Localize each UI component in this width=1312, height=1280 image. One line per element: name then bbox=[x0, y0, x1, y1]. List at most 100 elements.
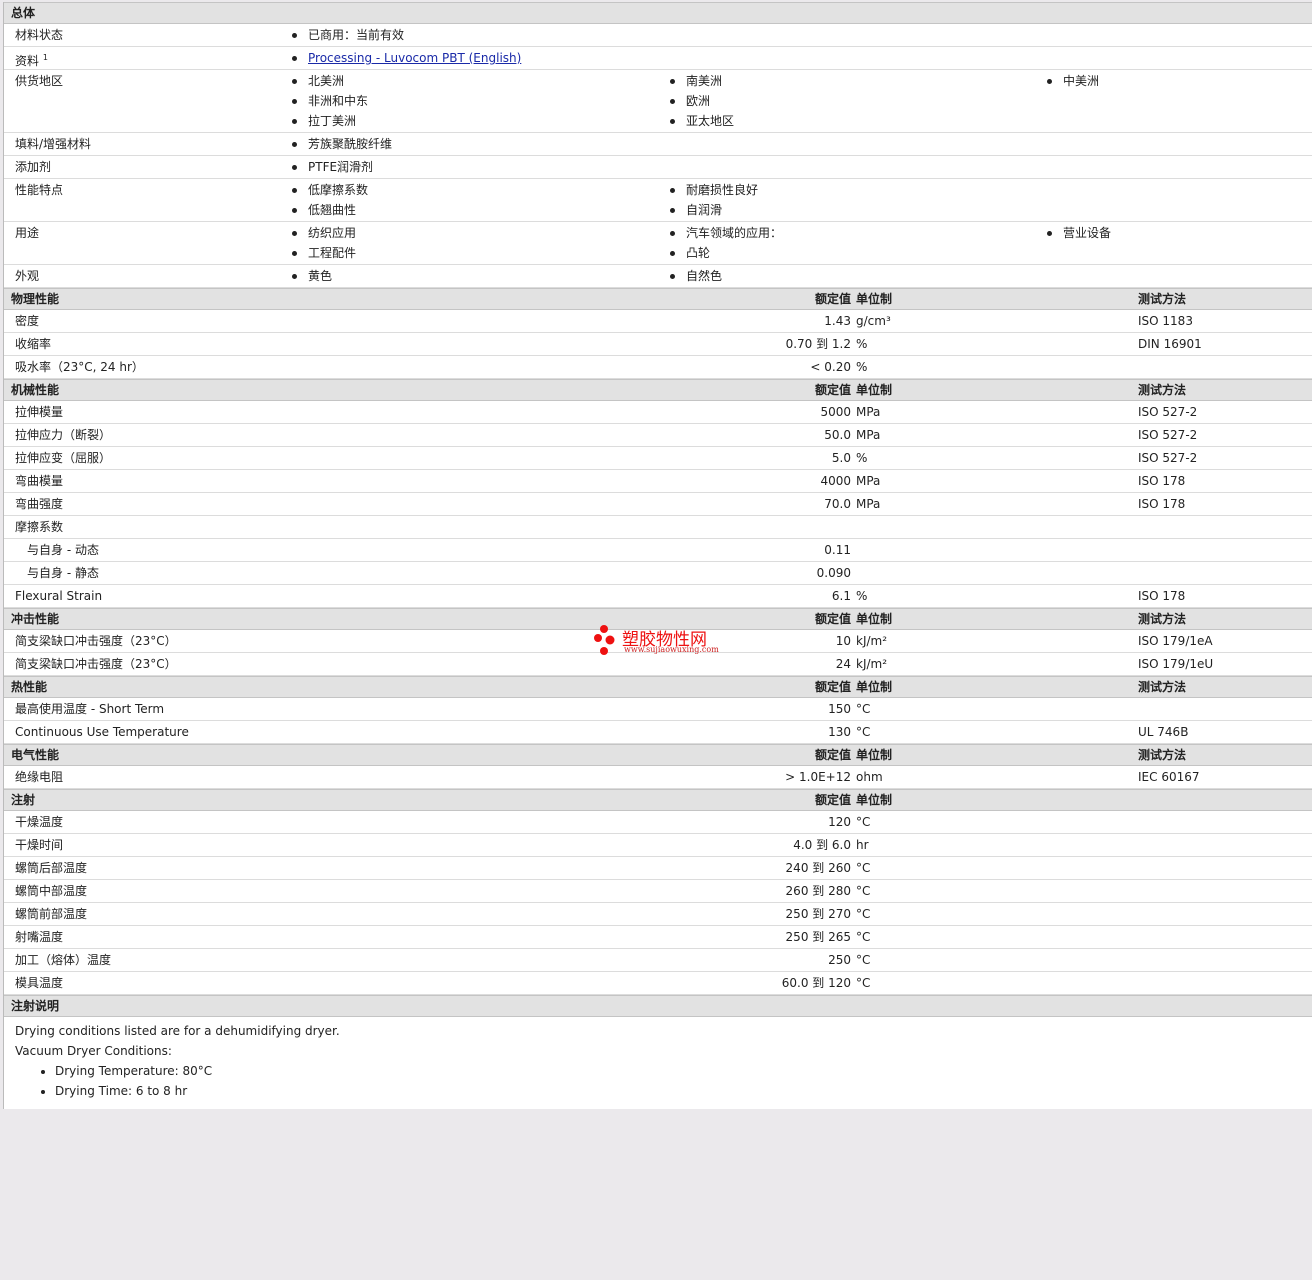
section-notes-header: 注射说明 bbox=[4, 995, 1312, 1017]
property-value: > 1.0E+12 bbox=[785, 770, 851, 784]
property-test-method: UL 746B bbox=[1138, 725, 1189, 739]
use-item: 汽车领域的应用： bbox=[670, 223, 782, 243]
property-row: 螺筒中部温度 260 到 280 °C bbox=[4, 880, 1312, 903]
datasheet: 总体 材料状态 已商用：当前有效 资料 1 Processing - Luvoc… bbox=[3, 2, 1312, 1109]
section-title: 机械性能 bbox=[11, 383, 60, 397]
header-value: 额定值 bbox=[814, 680, 851, 694]
property-value: 70.0 bbox=[824, 497, 851, 511]
notes-bullet: Drying Time: 6 to 8 hr bbox=[55, 1081, 1302, 1101]
property-row: 与自身 - 静态 0.090 bbox=[4, 562, 1312, 585]
property-label: 简支梁缺口冲击强度（23°C） bbox=[15, 657, 177, 671]
property-unit: kJ/m² bbox=[856, 634, 888, 648]
use-item: 凸轮 bbox=[670, 243, 710, 263]
property-unit: °C bbox=[856, 976, 871, 990]
watermark-logo: 塑胶物性网 www.sujiaowuxing.com bbox=[594, 624, 734, 658]
property-unit: % bbox=[856, 337, 868, 351]
row-label: 用途 bbox=[15, 226, 40, 240]
section-injection-header: 注射 额定值 单位制 bbox=[4, 789, 1312, 811]
row-label: 添加剂 bbox=[15, 160, 52, 174]
property-label: 加工（熔体）温度 bbox=[15, 953, 112, 967]
use-item: 纺织应用 bbox=[292, 223, 356, 243]
property-test-method: DIN 16901 bbox=[1138, 337, 1202, 351]
property-unit: MPa bbox=[856, 474, 881, 488]
section-general-header: 总体 bbox=[4, 2, 1312, 24]
feature-item: 低摩擦系数 bbox=[292, 180, 368, 200]
section-electrical-header: 电气性能 额定值 单位制 测试方法 bbox=[4, 744, 1312, 766]
property-value: 50.0 bbox=[824, 428, 851, 442]
property-label: 与自身 - 动态 bbox=[27, 543, 99, 557]
property-unit: kJ/m² bbox=[856, 657, 888, 671]
region-item: 欧洲 bbox=[670, 91, 710, 111]
appearance-item: 自然色 bbox=[670, 266, 722, 286]
processing-doc-link[interactable]: Processing - Luvocom PBT (English) bbox=[308, 51, 521, 65]
property-test-method: ISO 527-2 bbox=[1138, 428, 1198, 442]
property-row: Continuous Use Temperature 130 °C UL 746B bbox=[4, 721, 1312, 744]
header-test: 测试方法 bbox=[1138, 292, 1187, 306]
property-label: 螺筒前部温度 bbox=[15, 907, 88, 921]
property-value: 250 到 265 bbox=[785, 930, 851, 944]
section-physical-header: 物理性能 额定值 单位制 测试方法 bbox=[4, 288, 1312, 310]
row-label: 外观 bbox=[15, 269, 40, 283]
property-unit: MPa bbox=[856, 428, 881, 442]
feature-item: 自润滑 bbox=[670, 200, 722, 220]
property-label: 螺筒中部温度 bbox=[15, 884, 88, 898]
property-row: 弯曲强度 70.0 MPa ISO 178 bbox=[4, 493, 1312, 516]
property-value: 0.11 bbox=[824, 543, 851, 557]
row-label: 资料 1 bbox=[15, 53, 48, 68]
header-unit: 单位制 bbox=[856, 383, 893, 397]
property-value: 150 bbox=[828, 702, 851, 716]
property-unit: °C bbox=[856, 815, 871, 829]
row-material-status: 材料状态 已商用：当前有效 bbox=[4, 24, 1312, 47]
property-value: 5000 bbox=[820, 405, 851, 419]
property-unit: °C bbox=[856, 861, 871, 875]
property-unit: ohm bbox=[856, 770, 883, 784]
property-row: 摩擦系数 bbox=[4, 516, 1312, 539]
property-unit: °C bbox=[856, 907, 871, 921]
property-label: 射嘴温度 bbox=[15, 930, 64, 944]
property-unit: MPa bbox=[856, 405, 881, 419]
row-regions: 供货地区 北美洲 南美洲 中美洲 非洲和中东 欧洲 拉丁美洲 亚太地区 bbox=[4, 70, 1312, 133]
region-item: 北美洲 bbox=[292, 71, 344, 91]
property-row: 模具温度 60.0 到 120 °C bbox=[4, 972, 1312, 995]
property-value: 250 到 270 bbox=[785, 907, 851, 921]
header-unit: 单位制 bbox=[856, 680, 893, 694]
property-row: 干燥时间 4.0 到 6.0 hr bbox=[4, 834, 1312, 857]
watermark-url: www.sujiaowuxing.com bbox=[624, 645, 719, 654]
section-title: 冲击性能 bbox=[11, 612, 60, 626]
property-unit: °C bbox=[856, 953, 871, 967]
use-item: 工程配件 bbox=[292, 243, 356, 263]
property-label: 拉伸模量 bbox=[15, 405, 64, 419]
property-label: 弯曲模量 bbox=[15, 474, 64, 488]
property-row: 最高使用温度 - Short Term 150 °C bbox=[4, 698, 1312, 721]
property-unit: °C bbox=[856, 930, 871, 944]
region-item: 亚太地区 bbox=[670, 111, 734, 131]
property-label: 绝缘电阻 bbox=[15, 770, 64, 784]
property-test-method: ISO 178 bbox=[1138, 474, 1186, 488]
property-unit: % bbox=[856, 589, 868, 603]
section-title: 物理性能 bbox=[11, 292, 60, 306]
property-test-method: ISO 527-2 bbox=[1138, 405, 1198, 419]
property-label: 最高使用温度 - Short Term bbox=[15, 702, 165, 716]
property-label: 拉伸应变（屈服） bbox=[15, 451, 112, 465]
header-test: 测试方法 bbox=[1138, 612, 1187, 626]
property-value: 120 bbox=[828, 815, 851, 829]
property-label: 简支梁缺口冲击强度（23°C） bbox=[15, 634, 177, 648]
property-label: 干燥时间 bbox=[15, 838, 64, 852]
section-mechanical-header: 机械性能 额定值 单位制 测试方法 bbox=[4, 379, 1312, 401]
property-row: 与自身 - 动态 0.11 bbox=[4, 539, 1312, 562]
property-row: 拉伸模量 5000 MPa ISO 527-2 bbox=[4, 401, 1312, 424]
row-uses: 用途 纺织应用 汽车领域的应用： 营业设备 工程配件 凸轮 bbox=[4, 222, 1312, 265]
region-item: 拉丁美洲 bbox=[292, 111, 356, 131]
property-unit: MPa bbox=[856, 497, 881, 511]
notes-line: Vacuum Dryer Conditions: bbox=[15, 1044, 172, 1058]
additive-item: PTFE润滑剂 bbox=[292, 157, 373, 177]
property-row: 绝缘电阻 > 1.0E+12 ohm IEC 60167 bbox=[4, 766, 1312, 789]
property-value: 0.70 到 1.2 bbox=[785, 337, 851, 351]
row-additive: 添加剂 PTFE润滑剂 bbox=[4, 156, 1312, 179]
header-test: 测试方法 bbox=[1138, 748, 1187, 762]
property-value: 250 bbox=[828, 953, 851, 967]
property-test-method: ISO 178 bbox=[1138, 589, 1186, 603]
property-label: 摩擦系数 bbox=[15, 520, 64, 534]
section-title: 注射说明 bbox=[11, 999, 60, 1013]
section-title: 注射 bbox=[11, 793, 36, 807]
